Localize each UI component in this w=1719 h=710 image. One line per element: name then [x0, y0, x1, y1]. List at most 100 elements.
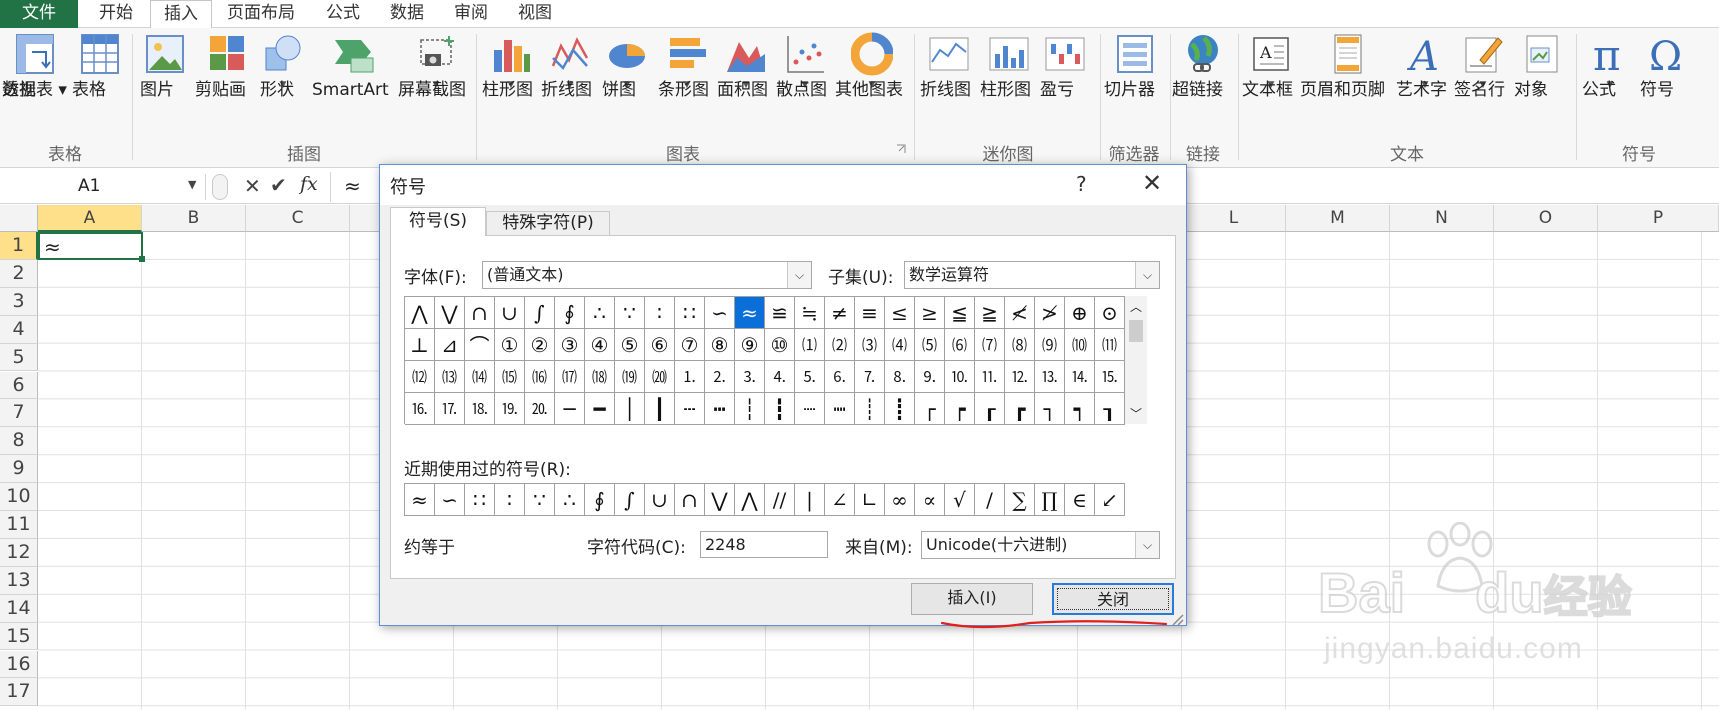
recent-symbol-cell[interactable]: ∵ — [525, 484, 555, 516]
textbox-button[interactable]: A 文本框 ▼ — [1242, 30, 1300, 100]
recent-symbol-cell[interactable]: ∩ — [675, 484, 705, 516]
recent-symbol-cell[interactable]: ∷ — [465, 484, 495, 516]
symbol-cell[interactable]: ┃ — [645, 393, 675, 425]
symbol-cell[interactable]: ⋁ — [435, 297, 465, 329]
recent-symbol-cell[interactable]: ∈ — [1065, 484, 1095, 516]
symbol-cell[interactable]: ① — [495, 329, 525, 361]
symbol-cell[interactable]: ⒛ — [525, 393, 555, 425]
close-icon[interactable]: ✕ — [1142, 169, 1162, 197]
smartart-button[interactable]: SmartArt — [312, 30, 396, 100]
symbol-cell[interactable]: ⑾ — [1095, 329, 1125, 361]
row-header[interactable]: 13 — [0, 566, 38, 595]
symbol-cell[interactable]: ⊕ — [1065, 297, 1095, 329]
symbol-cell[interactable]: ┑ — [1065, 393, 1095, 425]
symbol-cell[interactable]: ─ — [555, 393, 585, 425]
recent-symbol-cell[interactable]: ⋀ — [735, 484, 765, 516]
symbol-cell[interactable]: ≦ — [945, 297, 975, 329]
symbol-cell[interactable]: ┐ — [1035, 393, 1065, 425]
symbol-cell[interactable]: ⊿ — [435, 329, 465, 361]
tab-page-layout[interactable]: 页面布局 — [218, 0, 304, 28]
recent-symbols-grid[interactable]: ≈ ∽ ∷ ∶ ∵ ∴ ∮ ∫ ∪ ∩ ⋁ ⋀//| ∠ ∟ ∞ ∝ √ / ∑ ∏ ∈ ↙ — [404, 483, 1125, 516]
tab-symbols[interactable]: 符号(S) — [390, 207, 486, 236]
row-header[interactable]: 1 — [0, 232, 38, 260]
recent-symbol-cell[interactable]: ∏ — [1035, 484, 1065, 516]
slicer-button[interactable]: 切片器 — [1104, 30, 1166, 100]
symbol-cell[interactable]: ∶ — [645, 297, 675, 329]
symbol-cell[interactable]: ⑼ — [1035, 329, 1065, 361]
symbol-cell[interactable]: ⒂ — [495, 361, 525, 393]
chevron-down-icon[interactable]: ﹀ — [1130, 405, 1142, 422]
row-header[interactable]: 15 — [0, 622, 38, 651]
symbol-cell[interactable]: ⒆ — [615, 361, 645, 393]
row-header[interactable]: 6 — [0, 371, 38, 400]
formula-bar-resize-handle[interactable] — [212, 174, 228, 200]
line-chart-button[interactable]: 折线图 ▼ — [541, 30, 599, 100]
symbol-cell[interactable]: ⑵ — [825, 329, 855, 361]
symbol-cell[interactable]: ⒕ — [1065, 361, 1095, 393]
column-header-n[interactable]: N — [1390, 205, 1494, 232]
fill-handle[interactable] — [139, 256, 145, 262]
row-header[interactable]: 10 — [0, 483, 38, 511]
symbol-button[interactable]: Ω 符号 — [1640, 30, 1696, 100]
symbol-cell[interactable]: ┆ — [735, 393, 765, 425]
symbol-cell[interactable]: ┒ — [1095, 393, 1125, 425]
shapes-button[interactable]: 形状 ▼ — [260, 30, 306, 100]
character-code-input[interactable]: 2248 — [700, 531, 828, 558]
tab-review[interactable]: 审阅 — [446, 0, 496, 28]
column-header-a[interactable]: A — [38, 205, 142, 232]
symbol-cell[interactable]: ② — [525, 329, 555, 361]
symbol-cell[interactable]: ⒉ — [705, 361, 735, 393]
symbol-cell[interactable]: ⒏ — [885, 361, 915, 393]
recent-symbol-cell[interactable]: ∮ — [585, 484, 615, 516]
symbol-cell[interactable]: ③ — [555, 329, 585, 361]
symbol-cell[interactable]: ∪ — [495, 297, 525, 329]
row-header[interactable]: 12 — [0, 538, 38, 567]
tab-data[interactable]: 数据 — [382, 0, 432, 28]
recent-symbol-cell[interactable]: ∪ — [645, 484, 675, 516]
pivot-table-button[interactable]: 数据 透视表 ▾ — [2, 30, 68, 100]
column-header-m[interactable]: M — [1286, 205, 1390, 232]
symbol-cell[interactable]: ┄ — [675, 393, 705, 425]
symbol-cell[interactable]: ≧ — [975, 297, 1005, 329]
scatter-chart-button[interactable]: 散点图 ▼ — [776, 30, 834, 100]
sparkline-winloss-button[interactable]: 盈亏 — [1040, 30, 1090, 100]
tab-formulas[interactable]: 公式 — [318, 0, 368, 28]
recent-symbol-cell[interactable]: // — [765, 484, 795, 516]
symbol-grid-scrollbar[interactable]: ︿ ﹀ — [1125, 296, 1147, 424]
symbol-cell[interactable]: ⑩ — [765, 329, 795, 361]
row-header[interactable]: 11 — [0, 511, 38, 539]
symbol-cell[interactable]: ⒈ — [675, 361, 705, 393]
symbol-cell[interactable]: ⒚ — [495, 393, 525, 425]
enter-checkmark-icon[interactable]: ✔ — [270, 173, 287, 197]
area-chart-button[interactable]: 面积图 ▼ — [717, 30, 775, 100]
symbol-cell[interactable]: ⒘ — [435, 393, 465, 425]
equation-button[interactable]: π 公式 ▼ — [1582, 30, 1638, 100]
other-charts-button[interactable]: 其他图表 ▼ — [835, 30, 909, 100]
symbol-cell[interactable]: ≠ — [825, 297, 855, 329]
row-header[interactable]: 14 — [0, 594, 38, 623]
symbol-cell[interactable]: ⑺ — [975, 329, 1005, 361]
subset-select[interactable]: 数学运算符 ⌵ — [904, 261, 1160, 289]
font-select[interactable]: (普通文本) ⌵ — [482, 261, 812, 289]
symbol-cell[interactable]: ⒖ — [1095, 361, 1125, 393]
recent-symbol-cell[interactable]: ∴ — [555, 484, 585, 516]
name-box[interactable]: A1 ▼ — [0, 174, 206, 200]
symbol-cell[interactable]: ⒙ — [465, 393, 495, 425]
symbol-cell[interactable]: ⌒ — [465, 329, 495, 361]
cancel-icon[interactable]: ✕ — [244, 174, 261, 198]
row-header[interactable]: 4 — [0, 315, 38, 344]
tab-file[interactable]: 文件 — [0, 0, 78, 28]
active-cell-a1[interactable]: ≈ — [38, 232, 145, 262]
symbol-cell[interactable]: ┎ — [975, 393, 1005, 425]
row-header[interactable]: 8 — [0, 427, 38, 456]
symbol-cell[interactable]: ⑿ — [405, 361, 435, 393]
symbol-cell[interactable]: ⑦ — [675, 329, 705, 361]
symbol-cell[interactable]: ┋ — [885, 393, 915, 425]
sparkline-line-button[interactable]: 折线图 — [920, 30, 978, 100]
clipart-button[interactable]: 剪贴画 — [195, 30, 259, 100]
table-button[interactable]: 表格 — [72, 30, 128, 100]
signature-line-button[interactable]: 签名行 ▼ — [1454, 30, 1512, 100]
recent-symbol-cell[interactable]: ≈ — [405, 484, 435, 516]
symbol-grid[interactable]: ⋀ ⋁ ∩ ∪ ∫ ∮ ∴ ∵ ∶ ∷ ∽ ≈ ≌ ≒ ≠ ≡ ≤ ≥ ≦ ≧ ≮ ≯ ⊕ ⊙ ⊥ ⊿ ⌒ ① ② ③ ④ ⑤ ⑥ ⑦ ⑧ ⑨ ⑩ ⑴ ⑵ ⑶… — [404, 296, 1125, 425]
symbol-cell[interactable]: ⒅ — [585, 361, 615, 393]
